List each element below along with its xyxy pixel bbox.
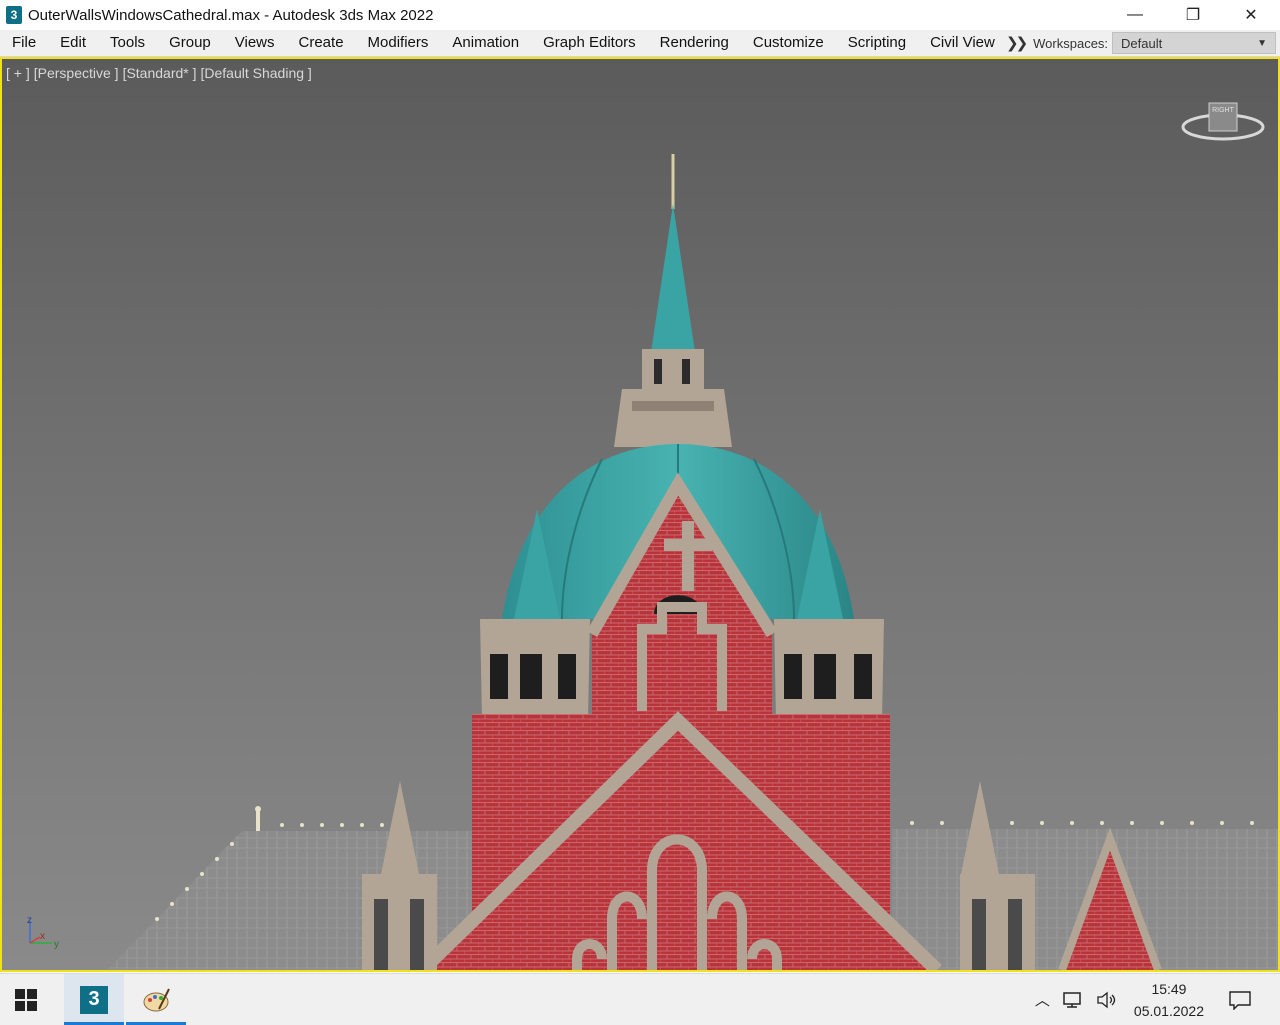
spire-roof	[650, 204, 696, 359]
viewport-standard-menu[interactable]: [Standard* ]	[123, 65, 197, 81]
menu-customize[interactable]: Customize	[741, 30, 836, 56]
axis-z-label: z	[27, 915, 32, 926]
gable-cross	[682, 521, 694, 591]
menu-group[interactable]: Group	[157, 30, 223, 56]
menu-tools[interactable]: Tools	[98, 30, 157, 56]
viewport-pov-menu[interactable]: [Perspective ]	[34, 65, 119, 81]
windows-start-icon[interactable]	[14, 988, 38, 1012]
close-button[interactable]: ✕	[1222, 0, 1280, 30]
taskbar: 3 ︿ 15:49 05.01.2022	[0, 973, 1280, 1025]
3ds-max-app-icon[interactable]: 3	[6, 6, 22, 24]
overflow-chevron-icon[interactable]: ❯❯	[1006, 34, 1028, 52]
axis-x-label: x	[40, 931, 45, 942]
window-title: OuterWallsWindowsCathedral.max - Autodes…	[28, 6, 434, 24]
system-tray: ︿ 15:49 05.01.2022	[1029, 974, 1280, 1025]
viewcube-icon[interactable]: RIGHT	[1178, 99, 1268, 149]
paint-palette-icon	[143, 988, 170, 1011]
menu-modifiers[interactable]: Modifiers	[356, 30, 441, 56]
clock[interactable]: 15:49 05.01.2022	[1134, 978, 1204, 1022]
axis-tripod-icon: z x y	[27, 915, 59, 950]
menu-views[interactable]: Views	[223, 30, 287, 56]
menu-create[interactable]: Create	[287, 30, 356, 56]
menu-civil-view[interactable]: Civil View	[918, 30, 1007, 56]
volume-icon[interactable]	[1096, 991, 1118, 1009]
minimize-button[interactable]: —	[1106, 0, 1164, 30]
menu-scripting[interactable]: Scripting	[836, 30, 918, 56]
viewport-plus-menu[interactable]: [ + ]	[6, 65, 30, 81]
menu-file[interactable]: File	[0, 30, 48, 56]
taskbar-3ds-max[interactable]: 3	[64, 974, 124, 1025]
viewport-labels: [ + ] [Perspective ] [Standard* ] [Defau…	[6, 65, 312, 81]
taskbar-paint[interactable]	[126, 974, 186, 1025]
left-pinnacle	[380, 781, 420, 879]
3ds-max-taskbar-icon: 3	[80, 985, 108, 1014]
workspaces-area: ❯❯ Workspaces: Default ▼	[1006, 30, 1277, 56]
menu-edit[interactable]: Edit	[48, 30, 98, 56]
title-bar: 3 OuterWallsWindowsCathedral.max - Autod…	[0, 0, 1280, 30]
menu-animation[interactable]: Animation	[440, 30, 531, 56]
show-hidden-icons-chevron-icon[interactable]: ︿	[1035, 989, 1050, 1010]
menu-rendering[interactable]: Rendering	[648, 30, 741, 56]
window-controls: — ❐ ✕	[1106, 0, 1280, 30]
viewport-shading-menu[interactable]: [Default Shading ]	[201, 65, 312, 81]
viewcube-face-label: RIGHT	[1212, 107, 1235, 114]
lantern-base	[614, 389, 732, 447]
network-icon[interactable]	[1062, 991, 1084, 1009]
workspaces-value: Default	[1121, 35, 1163, 51]
menu-graph-editors[interactable]: Graph Editors	[531, 30, 648, 56]
restore-button[interactable]: ❐	[1164, 0, 1222, 30]
clock-time: 15:49	[1151, 980, 1187, 997]
perspective-viewport[interactable]: [ + ] [Perspective ] [Standard* ] [Defau…	[0, 57, 1280, 972]
cathedral-scene	[107, 154, 1278, 970]
axis-y-label: y	[54, 939, 59, 950]
action-center-icon[interactable]	[1228, 990, 1252, 1010]
menu-bar: File Edit Tools Group Views Create Modif…	[0, 30, 1280, 57]
clock-date: 05.01.2022	[1133, 1002, 1204, 1019]
workspaces-dropdown[interactable]: Default ▼	[1112, 32, 1277, 54]
dropdown-arrow-icon: ▼	[1257, 37, 1268, 49]
workspaces-label: Workspaces:	[1033, 35, 1109, 51]
